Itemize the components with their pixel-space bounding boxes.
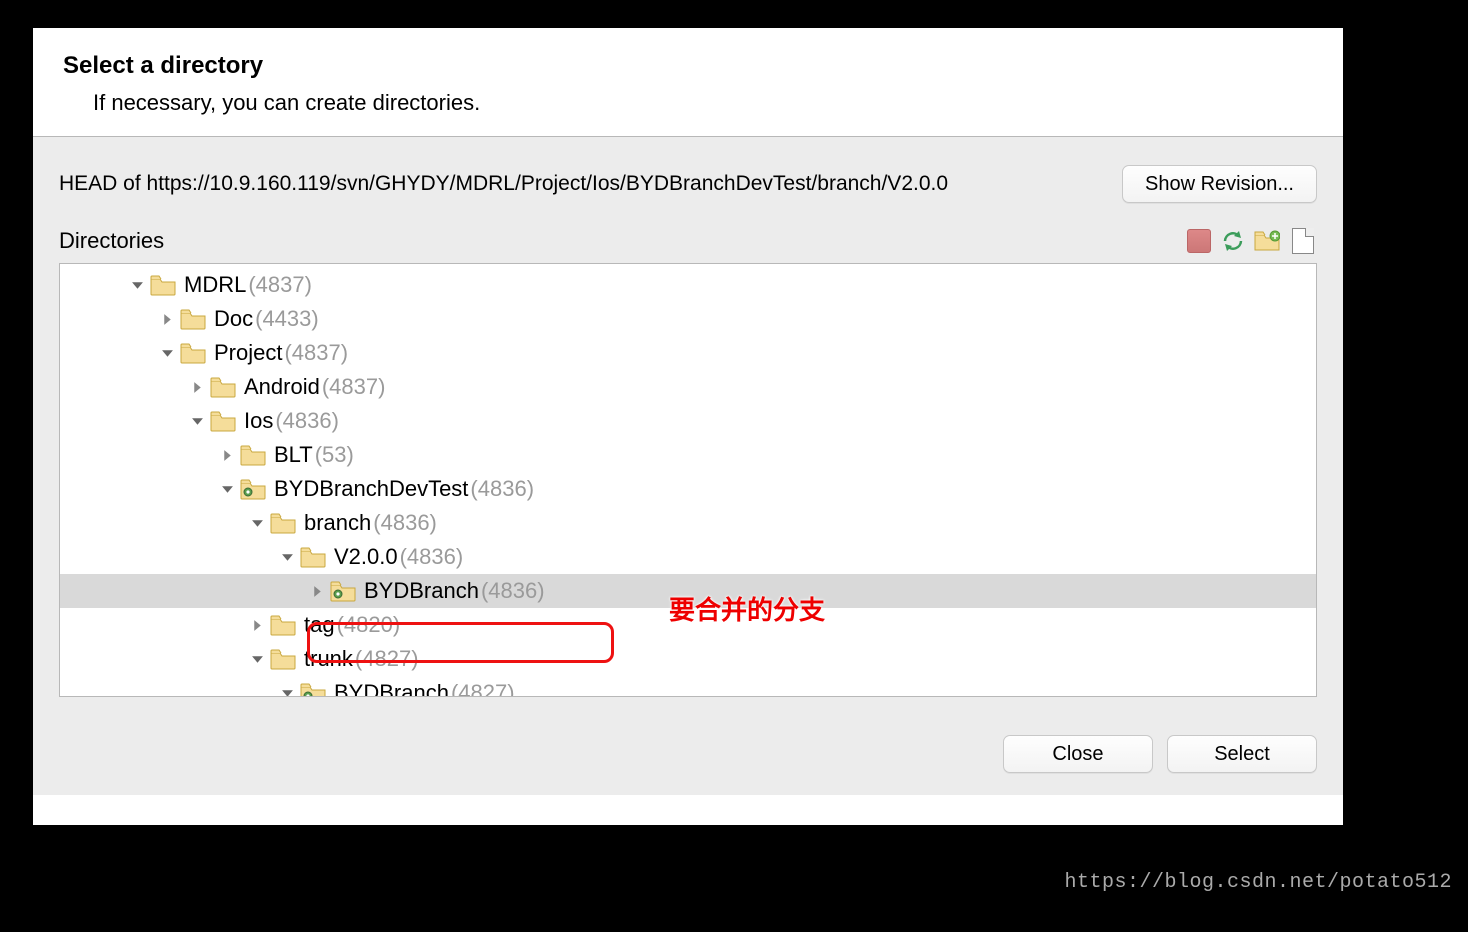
tree-node-revision: (53) [315,442,354,468]
tree-node-name: Ios [244,408,273,434]
tree-node-name: tag [304,612,335,638]
tree-node-name: Project [214,340,282,366]
chevron-right-icon[interactable] [248,616,266,634]
folder-icon [270,512,296,534]
tree-node-revision: (4820) [337,612,401,638]
tree-node-name: branch [304,510,371,536]
tree-node-revision: (4836) [373,510,437,536]
tree-node-name: BYDBranch [334,680,449,697]
tree-row[interactable]: BYDBranch (4836) [60,574,1316,608]
chevron-down-icon[interactable] [278,548,296,566]
folder-icon [210,376,236,398]
tree-node-revision: (4836) [481,578,545,604]
tree-node-name: Android [244,374,320,400]
chevron-down-icon[interactable] [218,480,236,498]
tree-row[interactable]: Doc (4433) [60,302,1316,336]
tree-node-revision: (4837) [284,340,348,366]
chevron-down-icon[interactable] [128,276,146,294]
folder-icon [150,274,176,296]
chevron-right-icon[interactable] [158,310,176,328]
folder-icon [210,410,236,432]
dialog-subtitle: If necessary, you can create directories… [93,90,1315,116]
tree-node-name: V2.0.0 [334,544,398,570]
dialog-window: Select a directory If necessary, you can… [30,25,1346,828]
tree-row[interactable]: MDRL (4837) [60,268,1316,302]
directories-label: Directories [39,228,1185,254]
close-button[interactable]: Close [1003,735,1153,773]
dialog-title: Select a directory [63,52,1315,80]
tree-node-name: trunk [304,646,353,672]
folder-icon [240,444,266,466]
chevron-down-icon[interactable] [278,684,296,697]
tree-node-revision: (4836) [470,476,534,502]
folder-camera-icon [240,478,266,500]
tree-row[interactable]: branch (4836) [60,506,1316,540]
directory-tree[interactable]: MDRL (4837)Doc (4433)Project (4837)Andro… [59,263,1317,697]
tree-node-name: BYDBranch [364,578,479,604]
dialog-footer: Close Select [33,719,1343,795]
tree-node-revision: (4837) [248,272,312,298]
new-file-icon[interactable] [1289,227,1317,255]
tree-row[interactable]: BLT (53) [60,438,1316,472]
tree-row[interactable]: trunk (4827) [60,642,1316,676]
tree-row[interactable]: V2.0.0 (4836) [60,540,1316,574]
tree-node-name: MDRL [184,272,246,298]
folder-icon [180,342,206,364]
path-row: HEAD of https://10.9.160.119/svn/GHYDY/M… [33,137,1343,221]
tree-row[interactable]: Android (4837) [60,370,1316,404]
dialog-header: Select a directory If necessary, you can… [33,28,1343,136]
tree-node-name: BYDBranchDevTest [274,476,468,502]
folder-camera-icon [300,682,326,697]
tree-row[interactable]: Ios (4836) [60,404,1316,438]
tree-node-name: Doc [214,306,253,332]
folder-icon [300,546,326,568]
tree-node-revision: (4827) [451,680,515,697]
directories-toolbar [1185,227,1317,255]
stop-icon[interactable] [1185,227,1213,255]
chevron-right-icon[interactable] [308,582,326,600]
folder-icon [270,614,296,636]
folder-icon [270,648,296,670]
chevron-down-icon[interactable] [248,514,266,532]
chevron-down-icon[interactable] [158,344,176,362]
tree-node-revision: (4433) [255,306,319,332]
chevron-right-icon[interactable] [218,446,236,464]
chevron-down-icon[interactable] [248,650,266,668]
tree-node-revision: (4827) [355,646,419,672]
directories-row: Directories [33,221,1343,263]
new-folder-icon[interactable] [1253,227,1281,255]
watermark-text: https://blog.csdn.net/potato512 [1064,871,1452,894]
repo-path-text: HEAD of https://10.9.160.119/svn/GHYDY/M… [59,172,1104,196]
select-button[interactable]: Select [1167,735,1317,773]
chevron-right-icon[interactable] [188,378,206,396]
refresh-icon[interactable] [1221,229,1245,253]
tree-node-revision: (4837) [322,374,386,400]
tree-node-name: BLT [274,442,313,468]
tree-row[interactable]: BYDBranch (4827) [60,676,1316,697]
tree-row[interactable]: tag (4820) [60,608,1316,642]
tree-node-revision: (4836) [275,408,339,434]
folder-camera-icon [330,580,356,602]
tree-row[interactable]: BYDBranchDevTest (4836) [60,472,1316,506]
tree-row[interactable]: Project (4837) [60,336,1316,370]
show-revision-button[interactable]: Show Revision... [1122,165,1317,203]
folder-icon [180,308,206,330]
dialog-body: HEAD of https://10.9.160.119/svn/GHYDY/M… [33,137,1343,795]
chevron-down-icon[interactable] [188,412,206,430]
tree-node-revision: (4836) [400,544,464,570]
